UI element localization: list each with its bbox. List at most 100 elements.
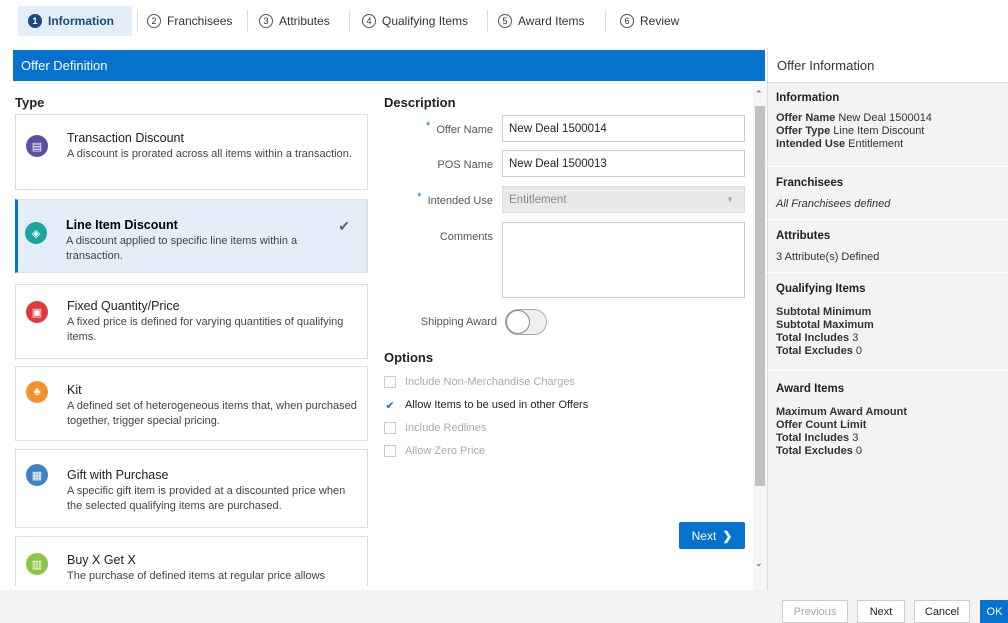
card-title: Kit [67, 383, 82, 397]
step-divider [605, 10, 606, 32]
qualifying-includes: Total Includes 3 [776, 332, 859, 344]
cancel-button[interactable]: Cancel [914, 600, 970, 623]
card-description: A specific gift item is provided at a di… [67, 485, 346, 512]
required-marker: * [425, 120, 431, 132]
step-attributes[interactable]: 3 Attributes [259, 6, 330, 36]
step-franchisees[interactable]: 2 Franchisees [147, 6, 232, 36]
intended-use-label: * Intended Use [417, 191, 493, 207]
step-number: 6 [620, 14, 634, 28]
toggle-knob [506, 310, 530, 334]
wizard-steps: 1 Information 2 Franchisees 3 Attributes… [0, 0, 1008, 43]
step-divider [487, 10, 488, 32]
option-label: Include Redlines [405, 422, 487, 434]
scrollbar-thumb[interactable] [755, 106, 765, 486]
franchisees-heading: Franchisees [776, 177, 844, 189]
franchisees-section: Franchisees All Franchisees defined [767, 177, 1008, 211]
step-divider [247, 10, 248, 32]
option-allow-other-offers[interactable]: ✔ Allow Items to be used in other Offers [384, 399, 589, 412]
qualifying-subtotal-min: Subtotal Minimum [776, 306, 872, 318]
award-includes: Total Includes 3 [776, 432, 859, 444]
chevron-down-icon: ▼ [726, 195, 734, 204]
card-fixed-quantity-price[interactable]: ▣ Fixed Quantity/Price A fixed price is … [15, 284, 368, 359]
step-divider [137, 10, 138, 32]
card-line-item-discount[interactable]: ◈ Line Item Discount A discount applied … [15, 199, 368, 273]
attributes-section: Attributes 3 Attribute(s) Defined [767, 230, 1008, 264]
pos-name-input[interactable]: New Deal 1500013 [502, 150, 745, 177]
previous-button[interactable]: Previous [782, 600, 848, 623]
step-number: 2 [147, 14, 161, 28]
receipt-icon: ▤ [26, 135, 48, 157]
shipping-award-label: Shipping Award [420, 316, 497, 328]
intended-use-select[interactable]: Entitlement ▼ [502, 186, 745, 213]
card-description: A discount is prorated across all items … [67, 148, 352, 160]
card-title: Line Item Discount [66, 218, 178, 232]
award-section: Award Items Maximum Award Amount Offer C… [767, 383, 1008, 458]
pos-name-label: POS Name [437, 159, 493, 171]
panel-title: Offer Information [768, 48, 1008, 83]
card-transaction-discount[interactable]: ▤ Transaction Discount A discount is pro… [15, 114, 368, 190]
info-section: Information Offer Name New Deal 1500014 … [767, 92, 1008, 151]
offer-definition-header: Offer Definition [13, 50, 765, 81]
qualifying-subtotal-max: Subtotal Maximum [776, 319, 874, 331]
description-heading: Description [384, 95, 456, 110]
card-title: Gift with Purchase [67, 468, 169, 482]
checkbox-checked-icon[interactable]: ✔ [384, 399, 396, 412]
checkbox[interactable] [384, 422, 396, 434]
footer-next-button[interactable]: Next [857, 600, 905, 623]
option-label: Allow Items to be used in other Offers [405, 399, 589, 411]
step-award-items[interactable]: 5 Award Items [498, 6, 584, 36]
option-include-redlines[interactable]: Include Redlines [384, 422, 486, 434]
ok-button[interactable]: OK [980, 600, 1008, 623]
card-title: Fixed Quantity/Price [67, 299, 180, 313]
step-label: Franchisees [167, 14, 233, 28]
form-scrollbar[interactable]: ⌃ ⌄ [753, 86, 767, 590]
lock-icon: ▣ [26, 301, 48, 323]
comments-textarea[interactable] [502, 222, 745, 298]
next-button[interactable]: Next ❯ [679, 522, 745, 549]
option-non-merchandise[interactable]: Include Non-Merchandise Charges [384, 376, 575, 388]
attributes-text: 3 Attribute(s) Defined [776, 251, 880, 263]
options-heading: Options [384, 350, 434, 365]
buy-get-icon: ▥ [26, 553, 48, 575]
offer-name-input[interactable]: New Deal 1500014 [502, 115, 745, 142]
award-count-limit: Offer Count Limit [776, 419, 867, 431]
divider [767, 370, 1008, 371]
card-description: A discount applied to specific line item… [66, 235, 298, 262]
option-label: Include Non-Merchandise Charges [405, 376, 575, 388]
info-offer-type: Offer Type Line Item Discount [776, 125, 925, 137]
franchisees-text: All Franchisees defined [776, 198, 891, 210]
info-offer-name: Offer Name New Deal 1500014 [776, 112, 932, 124]
checkbox[interactable] [384, 445, 396, 457]
card-gift-with-purchase[interactable]: ▦ Gift with Purchase A specific gift ite… [15, 449, 368, 528]
step-label: Information [48, 14, 114, 28]
attributes-heading: Attributes [776, 230, 831, 242]
step-number: 4 [362, 14, 376, 28]
step-label: Qualifying Items [382, 14, 469, 28]
divider [767, 272, 1008, 273]
step-divider [349, 10, 350, 32]
step-review[interactable]: 6 Review [620, 6, 679, 36]
qualifying-excludes: Total Excludes 0 [776, 345, 863, 357]
qualifying-section: Qualifying Items Subtotal Minimum Subtot… [767, 283, 1008, 358]
intended-use-value: Entitlement [509, 193, 567, 206]
option-label: Allow Zero Price [405, 445, 486, 457]
card-kit[interactable]: ♣ Kit A defined set of heterogeneous ite… [15, 366, 368, 441]
divider [767, 166, 1008, 167]
card-title: Buy X Get X [67, 553, 136, 567]
step-number: 1 [28, 14, 42, 28]
card-description: The purchase of defined items at regular… [67, 570, 326, 582]
scroll-up-icon[interactable]: ⌃ [755, 89, 763, 100]
card-buy-x-get-x[interactable]: ▥ Buy X Get X The purchase of defined it… [15, 536, 368, 586]
step-qualifying-items[interactable]: 4 Qualifying Items [362, 6, 468, 36]
step-number: 3 [259, 14, 273, 28]
info-intended-use: Intended Use Entitlement [776, 138, 904, 150]
option-allow-zero-price[interactable]: Allow Zero Price [384, 445, 485, 457]
step-number: 5 [498, 14, 512, 28]
divider [767, 219, 1008, 220]
scroll-down-icon[interactable]: ⌄ [755, 558, 763, 569]
step-information[interactable]: 1 Information [18, 6, 132, 36]
info-heading: Information [776, 92, 840, 104]
tag-icon: ◈ [25, 222, 47, 244]
checkbox[interactable] [384, 376, 396, 388]
shipping-award-toggle[interactable] [505, 309, 547, 335]
